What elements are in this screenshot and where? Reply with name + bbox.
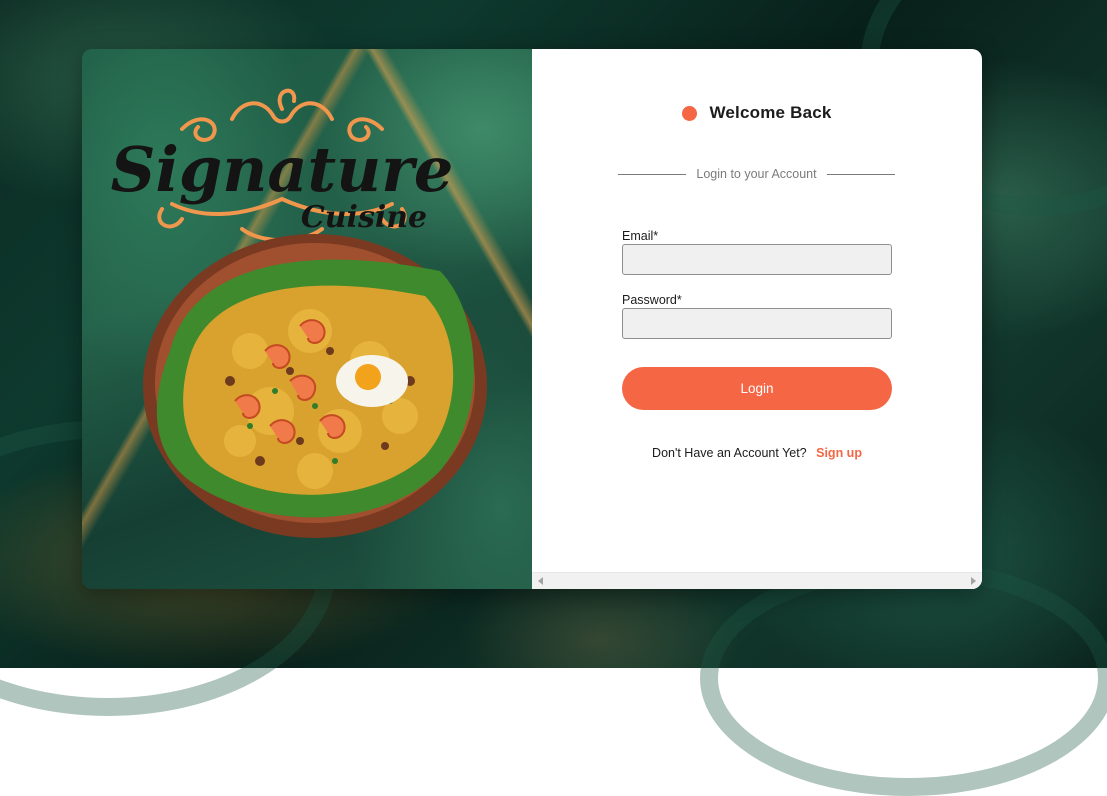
horizontal-scrollbar[interactable]: [532, 572, 982, 589]
signature-cuisine-logo: Signature Cuisine: [111, 88, 454, 243]
brand-image-panel: Signature Cuisine: [82, 49, 532, 589]
orange-dot-icon: [682, 105, 698, 121]
signup-link[interactable]: Sign up: [816, 446, 862, 460]
divider-line-left: [618, 173, 687, 175]
password-field[interactable]: [622, 308, 892, 339]
svg-text:Signature: Signature: [111, 133, 454, 206]
svg-text:Cuisine: Cuisine: [301, 200, 427, 235]
biryani-plate-image: [143, 234, 487, 538]
email-field[interactable]: [622, 244, 892, 275]
welcome-header: Welcome Back: [532, 103, 982, 123]
signup-row: Don't Have an Account Yet? Sign up: [532, 446, 982, 460]
login-button[interactable]: Login: [622, 367, 892, 410]
login-form-panel: Welcome Back Login to your Account Email…: [532, 49, 982, 589]
divider-line-right: [826, 173, 896, 175]
welcome-title: Welcome Back: [709, 103, 832, 122]
password-label: Password*: [622, 293, 682, 307]
signup-prompt: Don't Have an Account Yet?: [652, 446, 807, 460]
login-card: Signature Cuisine Welcome Back Login to …: [82, 49, 982, 589]
subtitle-divider: Login to your Account: [618, 167, 896, 181]
scroll-left-arrow-icon[interactable]: [538, 577, 543, 585]
login-subtitle: Login to your Account: [696, 167, 817, 181]
scroll-right-arrow-icon[interactable]: [971, 577, 976, 585]
email-label: Email*: [622, 229, 659, 243]
